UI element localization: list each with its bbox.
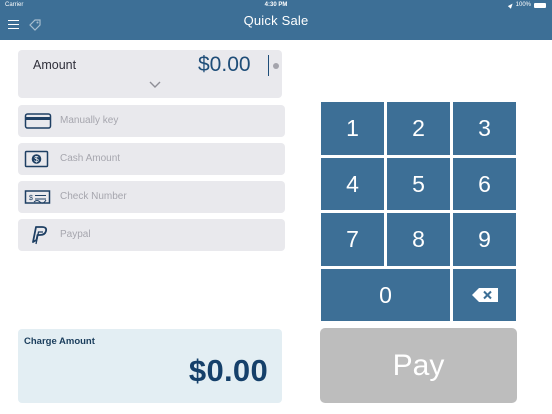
chevron-down-icon[interactable] [148, 80, 162, 90]
manual-key-placeholder: Manually key [60, 115, 119, 126]
key-0[interactable]: 0 [321, 269, 450, 321]
amount-box[interactable]: Amount $0.00 [18, 50, 282, 98]
page-title: Quick Sale [243, 13, 309, 28]
key-8[interactable]: 8 [387, 213, 450, 266]
key-9[interactable]: 9 [453, 213, 516, 266]
check-number-placeholder: Check Number [60, 191, 127, 202]
key-6[interactable]: 6 [453, 158, 516, 210]
key-4[interactable]: 4 [321, 158, 384, 210]
credit-card-icon [24, 113, 52, 129]
nav-bar: Quick Sale [0, 12, 552, 40]
cash-icon: $ [24, 150, 49, 168]
key-2[interactable]: 2 [387, 102, 450, 155]
cash-amount-placeholder: Cash Amount [60, 153, 121, 164]
clear-icon[interactable] [273, 63, 279, 69]
key-3[interactable]: 3 [453, 102, 516, 155]
key-7[interactable]: 7 [321, 213, 384, 266]
charge-amount-panel: Charge Amount $0.00 [18, 329, 282, 403]
amount-value[interactable]: $0.00 [198, 53, 251, 77]
backspace-button[interactable] [453, 269, 516, 321]
key-1[interactable]: 1 [321, 102, 384, 155]
paypal-icon [32, 226, 48, 245]
svg-text:$: $ [29, 195, 33, 202]
amount-label: Amount [33, 58, 77, 72]
svg-text:$: $ [34, 155, 39, 164]
check-number-field[interactable]: $ Check Number [18, 181, 285, 213]
status-time: 4:30 PM [264, 2, 288, 8]
cash-amount-field[interactable]: $ Cash Amount [18, 143, 285, 175]
manual-key-field[interactable]: Manually key [18, 105, 285, 137]
charge-amount-value: $0.00 [188, 353, 268, 388]
pay-button[interactable]: Pay [320, 328, 517, 403]
status-right: 100% [507, 1, 546, 9]
paypal-field[interactable]: Paypal [18, 219, 285, 251]
paypal-placeholder: Paypal [60, 229, 91, 240]
battery-icon [534, 2, 546, 8]
location-icon [507, 1, 514, 9]
status-bar: Carrier 4:30 PM 100% [0, 0, 552, 12]
backspace-icon [471, 288, 498, 302]
battery-percent: 100% [515, 2, 531, 8]
text-caret [268, 55, 269, 76]
charge-amount-label: Charge Amount [24, 336, 95, 347]
key-5[interactable]: 5 [387, 158, 450, 210]
check-icon: $ [24, 190, 51, 204]
